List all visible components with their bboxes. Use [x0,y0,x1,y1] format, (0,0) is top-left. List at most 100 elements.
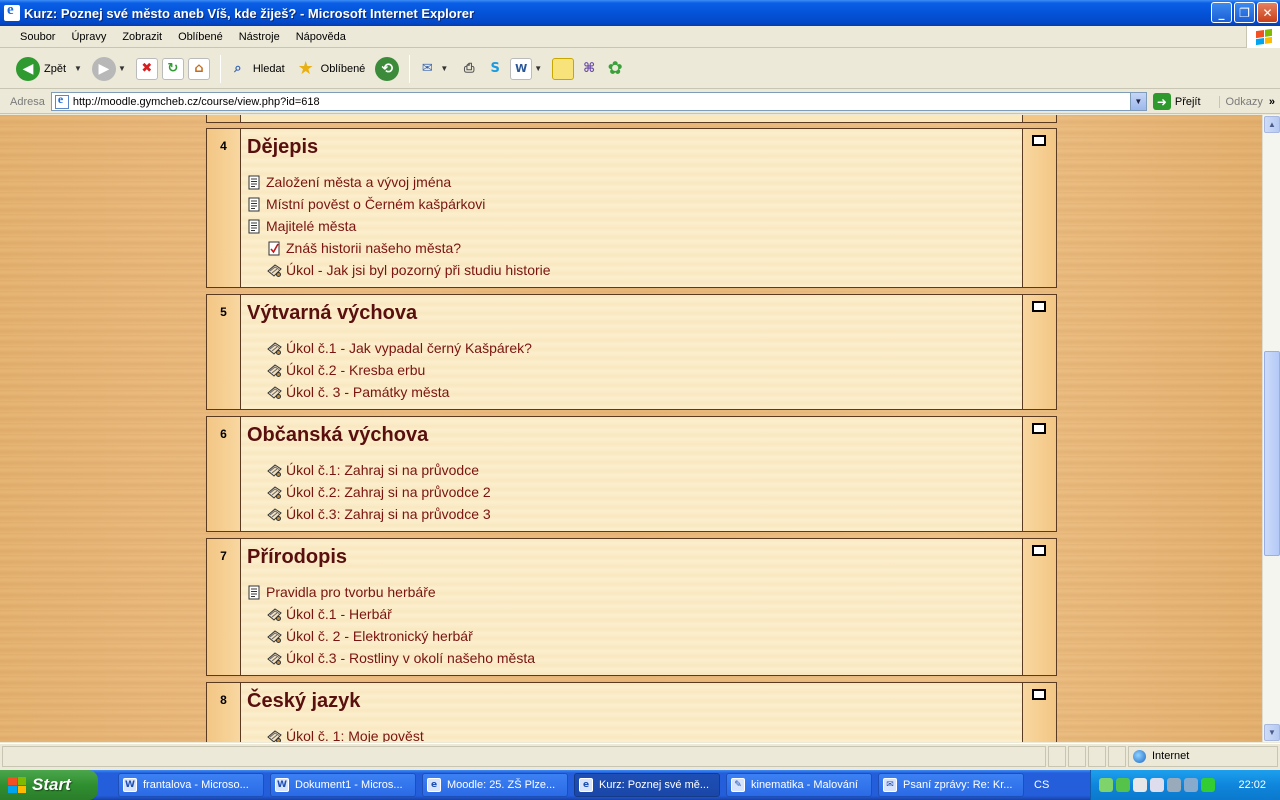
section-side [1022,683,1056,742]
activity-link[interactable]: Úkol č.3: Zahraj si na průvodce 3 [247,503,1016,525]
print-button[interactable]: ⎙ [458,53,480,85]
go-button[interactable]: ➜ Přejít [1152,93,1201,110]
forward-arrow-icon: ▶ [91,56,116,81]
minimize-button[interactable]: _ [1211,2,1232,23]
activity-link[interactable]: Úkol č.1: Zahraj si na průvodce [247,459,1016,481]
favorites-button[interactable]: ★ Oblíbené [295,53,372,85]
notes-button[interactable] [552,53,575,85]
globe-icon [1133,749,1146,763]
menu-nastroje[interactable]: Nástroje [231,31,288,43]
activity-link[interactable]: Úkol č. 3 - Památky města [247,381,1016,403]
activity-link[interactable]: Úkol č. 2 - Elektronický herbář [247,625,1016,647]
highlight-section-icon[interactable] [1032,689,1046,700]
tray-network-icon[interactable] [1150,778,1164,792]
activity-label[interactable]: Založení města a vývoj jména [266,174,451,190]
maximize-button[interactable]: ❐ [1234,2,1255,23]
back-dropdown-icon[interactable]: ▼ [74,64,82,73]
research-button[interactable]: ⌘ [578,53,600,85]
tray-messenger-icon[interactable] [1099,778,1113,792]
stop-button[interactable]: ✖ [135,53,158,85]
taskbar-button[interactable]: e Kurz: Poznej své mě... [574,773,720,797]
star-icon: ★ [297,58,314,79]
highlight-section-icon[interactable] [1032,301,1046,312]
assignment-icon [267,651,286,666]
links-button[interactable]: Odkazy [1218,95,1263,108]
activity-label[interactable]: Místní pověst o Černém kašpárkovi [266,196,485,212]
mail-dropdown-icon[interactable]: ▼ [440,64,448,73]
highlight-section-icon[interactable] [1032,545,1046,556]
activity-label[interactable]: Úkol č.1: Zahraj si na průvodce [286,462,479,478]
activity-link[interactable]: Úkol č.1 - Jak vypadal černý Kašpárek? [247,337,1016,359]
activity-link[interactable]: Místní pověst o Černém kašpárkovi [247,193,1016,215]
activity-label[interactable]: Úkol č. 1: Moje pověst [286,728,424,742]
activity-link[interactable]: Úkol č. 1: Moje pověst [247,725,1016,742]
activity-link[interactable]: Založení města a vývoj jména [247,171,1016,193]
tray-wifi-icon[interactable] [1201,778,1215,792]
menu-napoveda[interactable]: Nápověda [288,31,354,43]
address-url[interactable]: http://moodle.gymcheb.cz/course/view.php… [73,96,320,108]
activity-link[interactable]: Úkol - Jak jsi byl pozorný při studiu hi… [247,259,1016,281]
language-indicator[interactable]: CS [1034,779,1052,791]
vertical-scrollbar[interactable]: ▲ ▼ [1262,115,1280,742]
edit-dropdown-icon[interactable]: ▼ [534,64,542,73]
taskbar-button[interactable]: W Dokument1 - Micros... [270,773,416,797]
window-titlebar[interactable]: Kurz: Poznej své město aneb Víš, kde žij… [0,0,1280,26]
links-chevron-icon[interactable]: » [1269,96,1275,108]
search-button[interactable]: ⌕ Hledat [227,53,291,85]
taskbar-button[interactable]: e Moodle: 25. ZŠ Plze... [422,773,568,797]
back-button[interactable]: ◀ Zpět ▼ [16,53,88,85]
section-number: 6 [207,417,241,531]
menu-bar: Soubor Úpravy Zobrazit Oblíbené Nástroje… [0,26,1280,48]
activity-link[interactable]: Znáš historii našeho města? [247,237,1016,259]
search-label: Hledat [252,62,285,75]
tray-skype-icon[interactable] [1133,778,1147,792]
tray-volume-icon[interactable] [1184,778,1198,792]
scroll-down-button[interactable]: ▼ [1264,724,1280,741]
activity-label[interactable]: Majitelé města [266,218,356,234]
activity-link[interactable]: Úkol č.2: Zahraj si na průvodce 2 [247,481,1016,503]
mail-button[interactable]: ✉ ▼ [416,53,454,85]
activity-label[interactable]: Úkol - Jak jsi byl pozorný při studiu hi… [286,262,551,278]
messenger-button[interactable]: ✿ [604,53,626,85]
menu-zobrazit[interactable]: Zobrazit [114,31,170,43]
menu-soubor[interactable]: Soubor [12,31,63,43]
activity-label[interactable]: Úkol č.1 - Jak vypadal černý Kašpárek? [286,340,532,356]
activity-link[interactable]: Úkol č.2 - Kresba erbu [247,359,1016,381]
activity-label[interactable]: Úkol č.2: Zahraj si na průvodce 2 [286,484,491,500]
tray-monitor-icon[interactable] [1167,778,1181,792]
menu-oblibene[interactable]: Oblíbené [170,31,231,43]
section-number: 7 [207,539,241,675]
scroll-thumb[interactable] [1264,351,1280,556]
highlight-section-icon[interactable] [1032,423,1046,434]
activity-link[interactable]: Majitelé města [247,215,1016,237]
activity-link[interactable]: Pravidla pro tvorbu herbáře [247,581,1016,603]
activity-link[interactable]: Úkol č.3 - Rostliny v okolí našeho města [247,647,1016,669]
activity-label[interactable]: Úkol č.3: Zahraj si na průvodce 3 [286,506,491,522]
taskbar-button[interactable]: ✎ kinematika - Malování [726,773,872,797]
skype-button[interactable]: S [484,53,506,85]
activity-label[interactable]: Úkol č.2 - Kresba erbu [286,362,425,378]
activity-link[interactable]: Úkol č.1 - Herbář [247,603,1016,625]
address-dropdown-icon[interactable]: ▼ [1129,93,1146,110]
forward-button[interactable]: ▶ ▼ [91,53,132,85]
home-button[interactable]: ⌂ [187,53,210,85]
address-input[interactable]: http://moodle.gymcheb.cz/course/view.php… [50,92,1147,111]
activity-label[interactable]: Znáš historii našeho města? [286,240,461,256]
tray-chat-icon[interactable] [1116,778,1130,792]
edit-button[interactable]: W ▼ [510,53,548,85]
history-button[interactable]: ⟲ [375,53,400,85]
activity-label[interactable]: Úkol č. 3 - Památky města [286,384,449,400]
activity-label[interactable]: Úkol č.3 - Rostliny v okolí našeho města [286,650,535,666]
taskbar-button[interactable]: Wfrantalova - Microso... [118,773,264,797]
refresh-button[interactable]: ↻ [161,53,184,85]
activity-label[interactable]: Pravidla pro tvorbu herbáře [266,584,436,600]
taskbar-button[interactable]: ✉ Psaní zprávy: Re: Kr... [878,773,1024,797]
forward-dropdown-icon[interactable]: ▼ [118,64,126,73]
menu-upravy[interactable]: Úpravy [63,31,114,43]
start-button[interactable]: Start [0,770,98,800]
close-button[interactable]: ✕ [1257,2,1278,23]
highlight-section-icon[interactable] [1032,135,1046,146]
activity-label[interactable]: Úkol č.1 - Herbář [286,606,392,622]
scroll-up-button[interactable]: ▲ [1264,116,1280,133]
activity-label[interactable]: Úkol č. 2 - Elektronický herbář [286,628,473,644]
